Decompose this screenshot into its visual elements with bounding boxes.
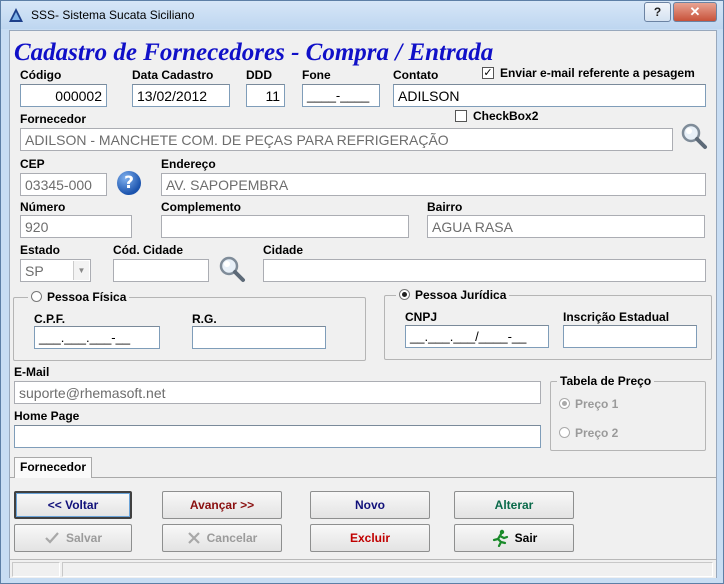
fone-label: Fone — [302, 68, 331, 82]
fornecedor-field[interactable]: ADILSON - MANCHETE COM. DE PEÇAS PARA RE… — [20, 128, 673, 151]
sair-label: Sair — [514, 531, 538, 545]
inscricao-estadual-field[interactable] — [563, 325, 697, 348]
voltar-label: << Voltar — [47, 498, 99, 512]
email-field[interactable]: suporte@rhemasoft.net — [14, 381, 541, 404]
inscricao-estadual-label: Inscrição Estadual — [563, 310, 670, 324]
numero-field[interactable]: 920 — [20, 215, 132, 238]
cod-cidade-field[interactable] — [113, 259, 209, 282]
preco-2-label: Preço 2 — [575, 426, 619, 440]
preco-1-radio-indicator — [559, 398, 570, 409]
data-cadastro-field[interactable]: 13/02/2012 — [132, 84, 230, 107]
close-button[interactable]: ✕ — [673, 2, 717, 22]
estado-label: Estado — [20, 243, 61, 257]
cep-label: CEP — [20, 157, 45, 171]
contato-field[interactable]: ADILSON — [393, 84, 706, 107]
endereco-label: Endereço — [161, 157, 216, 171]
preco-1-label: Preço 1 — [575, 397, 619, 411]
preco-2-radio-indicator — [559, 427, 570, 438]
excluir-button[interactable]: Excluir — [310, 524, 430, 552]
contato-label: Contato — [393, 68, 439, 82]
window-title: SSS- Sistema Sucata Siciliano — [31, 8, 195, 22]
pessoa-juridica-group: Pessoa Jurídica CNPJ __.___.___/____-__ … — [384, 288, 712, 360]
cep-field[interactable]: 03345-000 — [20, 173, 107, 196]
fornecedor-label: Fornecedor — [20, 112, 87, 126]
estado-value: SP — [25, 263, 44, 279]
cnpj-label: CNPJ — [405, 310, 438, 324]
home-page-field[interactable] — [14, 425, 541, 448]
title-bar: SSS- Sistema Sucata Siciliano ? ✕ — [1, 1, 723, 29]
enviar-email-label: Enviar e-mail referente a pesagem — [500, 66, 695, 80]
pessoa-juridica-radio[interactable]: Pessoa Jurídica — [396, 288, 510, 302]
alterar-label: Alterar — [494, 498, 534, 512]
tabela-preco-group: Tabela de Preço Preço 1 Preço 2 — [550, 374, 706, 451]
pessoa-juridica-radio-indicator — [399, 289, 410, 300]
app-window: SSS- Sistema Sucata Siciliano ? ✕ Cadast… — [0, 0, 724, 584]
complemento-field[interactable] — [161, 215, 409, 238]
cidade-label: Cidade — [263, 243, 304, 257]
enviar-email-checkbox[interactable]: ✓ — [482, 67, 494, 79]
cpf-field[interactable]: ___.___.___-__ — [34, 326, 160, 349]
status-panel-2 — [62, 562, 713, 577]
novo-button[interactable]: Novo — [310, 491, 430, 519]
cidade-field[interactable] — [263, 259, 706, 282]
novo-label: Novo — [355, 498, 385, 512]
fone-field[interactable]: ____-____ — [302, 84, 380, 107]
avancar-button[interactable]: Avançar >> — [162, 491, 282, 519]
status-panel-1 — [12, 562, 60, 577]
form-client-area: Cadastro de Fornecedores - Compra / Entr… — [9, 30, 717, 578]
email-label: E-Mail — [14, 365, 50, 379]
pessoa-fisica-group: Pessoa Física C.P.F. ___.___.___-__ R.G. — [13, 290, 366, 361]
app-logo-icon — [9, 8, 23, 22]
excluir-label: Excluir — [349, 531, 391, 545]
fornecedor-search-icon[interactable] — [680, 122, 708, 150]
alterar-button[interactable]: Alterar — [454, 491, 574, 519]
salvar-button[interactable]: Salvar — [14, 524, 132, 552]
pessoa-juridica-label: Pessoa Jurídica — [415, 288, 507, 302]
checkbox2-checkbox[interactable] — [455, 110, 467, 122]
cancelar-button[interactable]: Cancelar — [162, 524, 282, 552]
cnpj-field[interactable]: __.___.___/____-__ — [405, 325, 549, 348]
preco-1-radio[interactable]: Preço 1 — [559, 397, 618, 411]
x-icon — [187, 531, 201, 545]
numero-label: Número — [20, 200, 66, 214]
tabela-preco-caption: Tabela de Preço — [557, 374, 655, 388]
endereco-field[interactable]: AV. SAPOPEMBRA — [161, 173, 706, 196]
codigo-label: Código — [20, 68, 62, 82]
salvar-label: Salvar — [65, 531, 103, 545]
rg-field[interactable] — [192, 326, 326, 349]
help-button[interactable]: ? — [644, 2, 671, 22]
cod-cidade-label: Cód. Cidade — [113, 243, 184, 257]
tab-fornecedor[interactable]: Fornecedor — [14, 457, 92, 478]
voltar-button[interactable]: << Voltar — [14, 491, 132, 519]
complemento-label: Complemento — [161, 200, 242, 214]
status-bar — [10, 559, 716, 578]
estado-select[interactable]: SP ▼ — [20, 259, 91, 282]
bairro-label: Bairro — [427, 200, 463, 214]
cidade-search-icon[interactable] — [218, 255, 246, 283]
pessoa-fisica-radio-indicator — [31, 291, 42, 302]
rg-label: R.G. — [192, 312, 217, 326]
sair-button[interactable]: Sair — [454, 524, 574, 552]
tab-strip-line — [10, 477, 716, 478]
home-page-label: Home Page — [14, 409, 80, 423]
data-cadastro-label: Data Cadastro — [132, 68, 214, 82]
pessoa-fisica-radio[interactable]: Pessoa Física — [28, 290, 130, 304]
cpf-label: C.P.F. — [34, 312, 66, 326]
cancelar-label: Cancelar — [206, 531, 258, 545]
preco-2-radio[interactable]: Preço 2 — [559, 426, 618, 440]
bairro-field[interactable]: AGUA RASA — [427, 215, 705, 238]
chevron-down-icon[interactable]: ▼ — [73, 261, 89, 280]
pessoa-fisica-label: Pessoa Física — [47, 290, 127, 304]
avancar-label: Avançar >> — [189, 498, 255, 512]
checkbox2-label: CheckBox2 — [473, 109, 539, 123]
codigo-field[interactable]: 000002 — [20, 84, 107, 107]
ddd-label: DDD — [246, 68, 272, 82]
running-man-icon — [491, 529, 509, 547]
ddd-field[interactable]: 11 — [246, 84, 285, 107]
checkmark-icon — [44, 531, 60, 545]
cep-help-icon[interactable]: ? — [117, 171, 141, 195]
form-title: Cadastro de Fornecedores - Compra / Entr… — [14, 39, 494, 66]
